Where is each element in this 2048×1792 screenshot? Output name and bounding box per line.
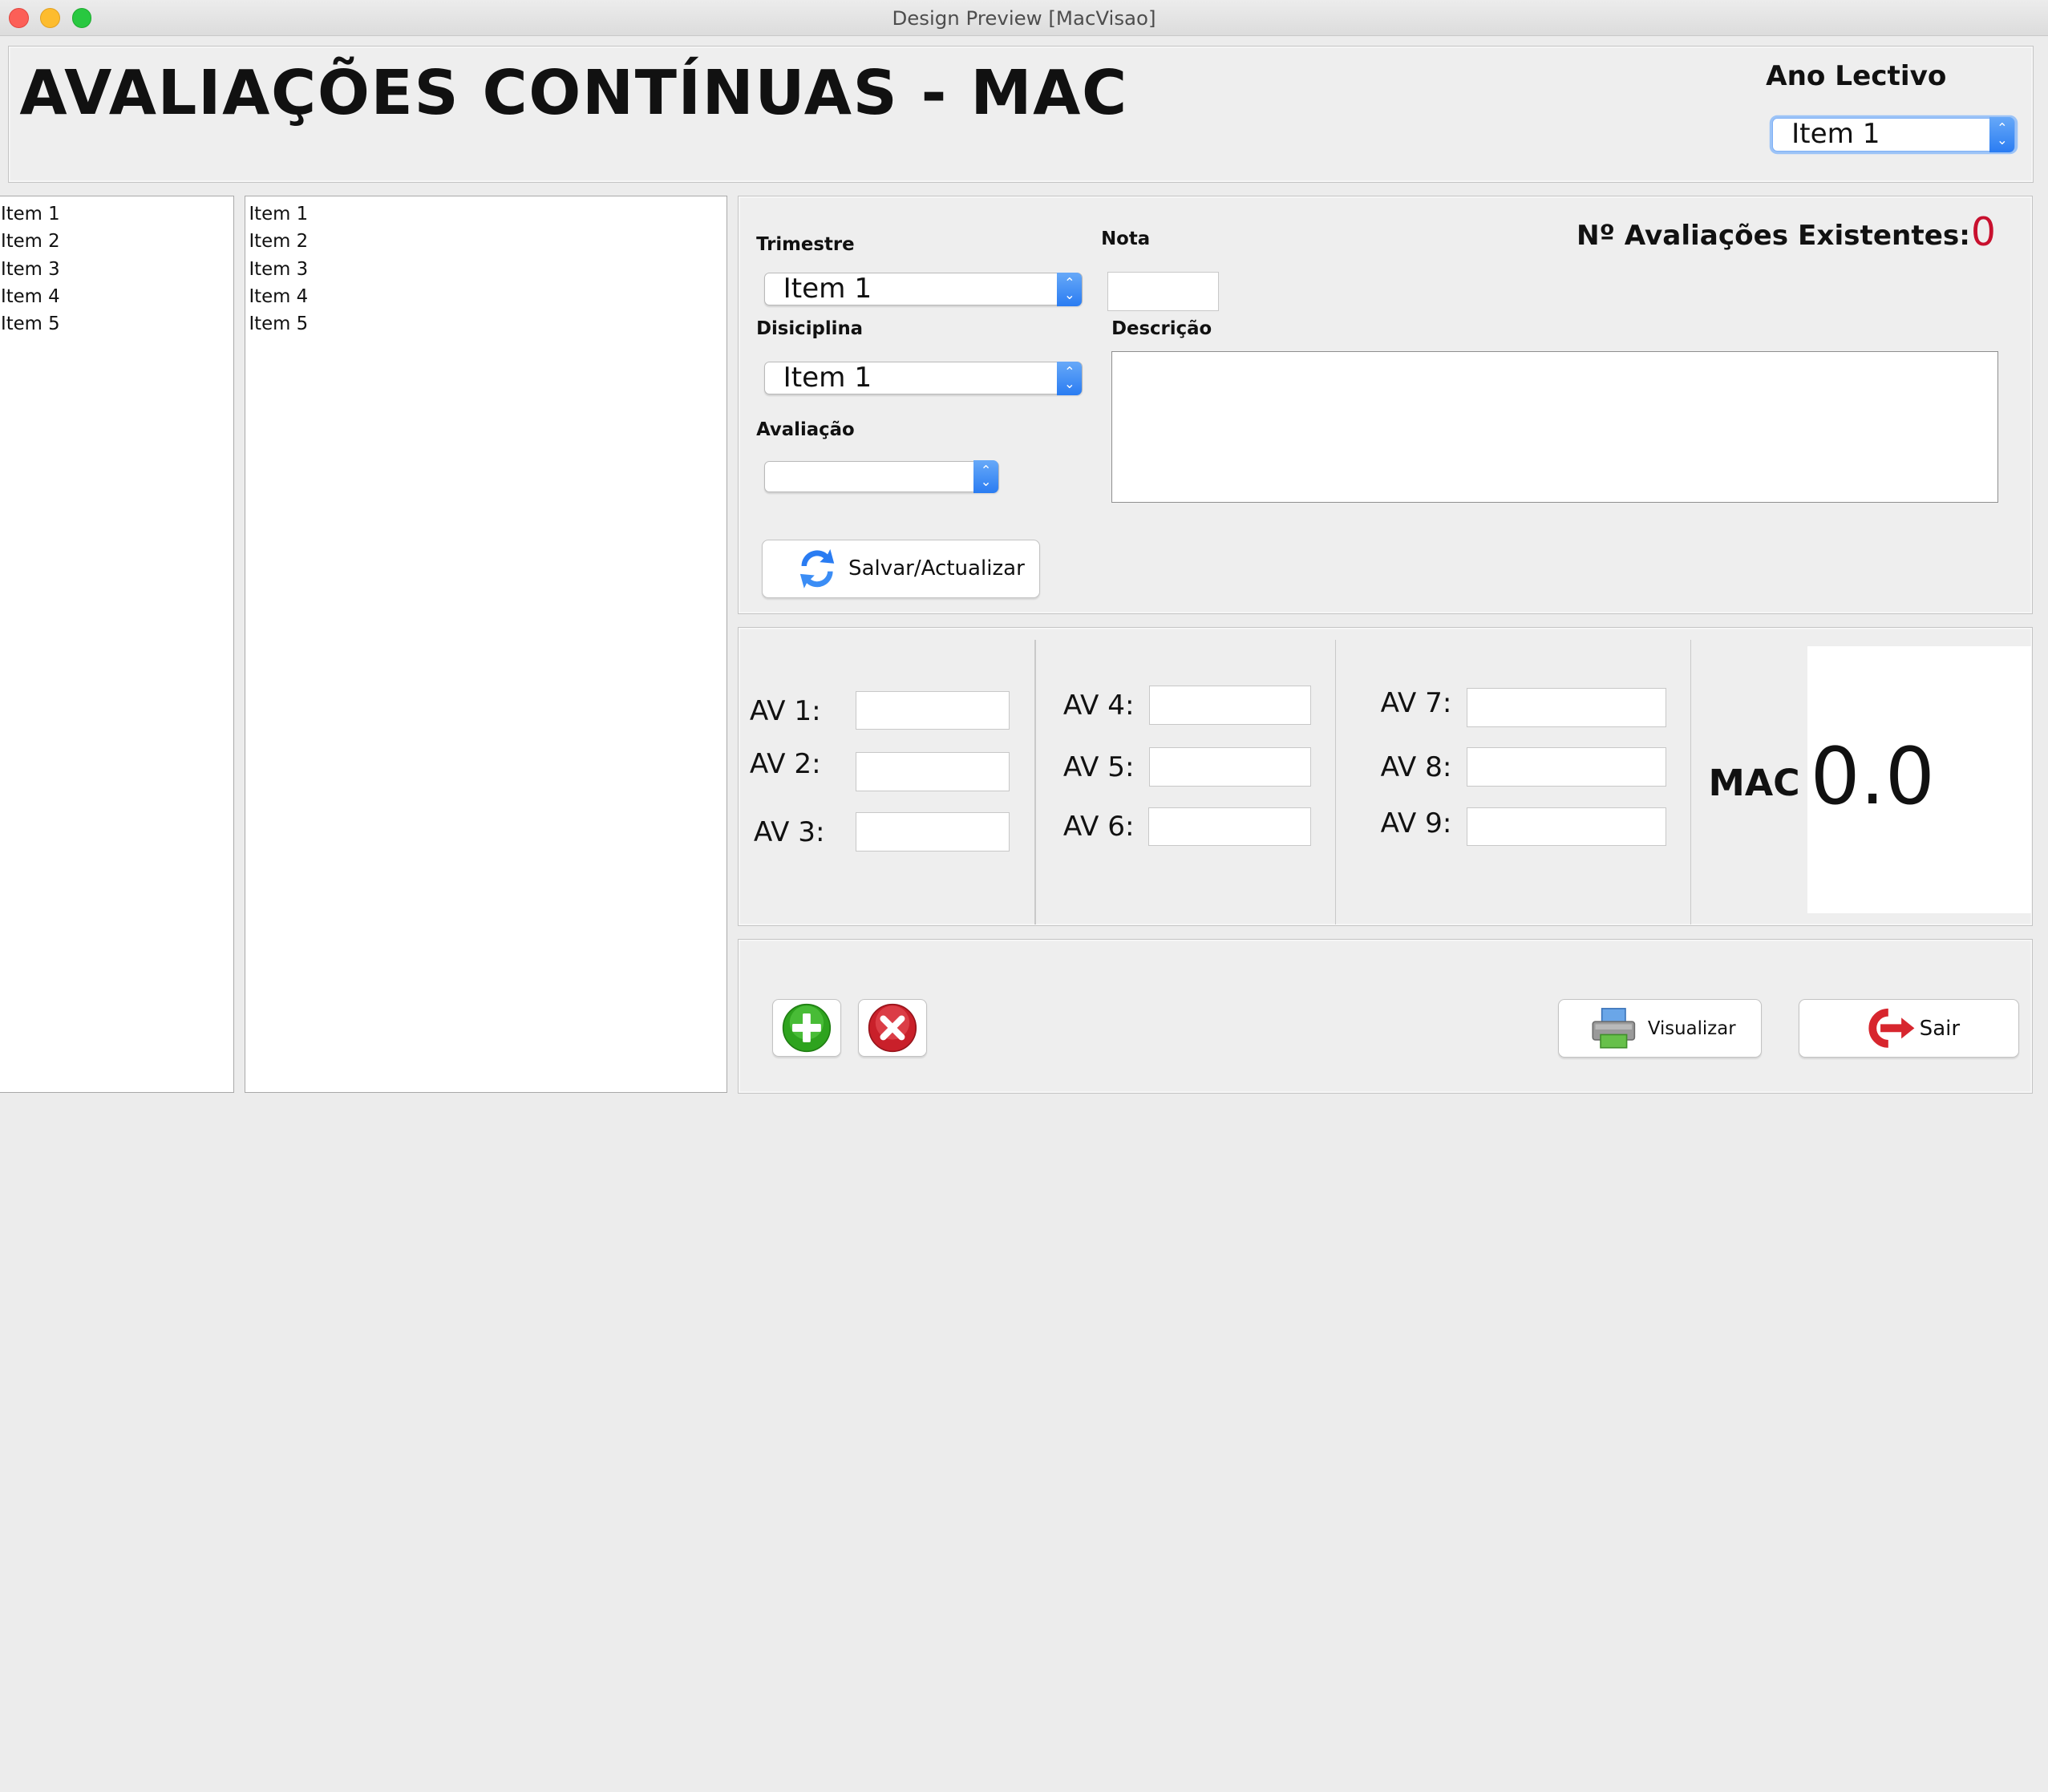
av8-field[interactable]	[1467, 746, 1667, 787]
av9-field[interactable]	[1467, 807, 1667, 847]
avaliacao-select[interactable]: ⌃ ⌄	[763, 460, 1000, 493]
disciplina-label: Disiciplina	[756, 318, 864, 340]
plus-icon	[782, 1003, 831, 1052]
list-item[interactable]: Item 4	[0, 283, 233, 310]
avaliacao-label: Avaliação	[756, 419, 855, 440]
av4-label: AV 4:	[1062, 690, 1135, 722]
mac-label: MAC	[1708, 761, 1800, 804]
list-item[interactable]: Item 3	[0, 256, 233, 283]
preview-button[interactable]: Visualizar	[1558, 999, 1763, 1058]
disciplina-value: Item 1	[783, 362, 872, 394]
divider	[1690, 640, 1692, 925]
exit-label: Sair	[1919, 1016, 1961, 1041]
av5-field[interactable]	[1149, 746, 1312, 787]
existing-count-label: Nº Avaliações Existentes:	[1576, 219, 1970, 252]
av3-label: AV 3:	[753, 816, 825, 848]
exit-icon	[1868, 1009, 1915, 1049]
list-item[interactable]: Item 4	[248, 283, 727, 310]
av6-label: AV 6:	[1062, 811, 1135, 843]
nota-field[interactable]	[1107, 271, 1219, 311]
ano-lectivo-label: Ano Lectivo	[1766, 59, 1947, 92]
left-list[interactable]: Item 1 Item 2 Item 3 Item 4 Item 5	[0, 196, 234, 1094]
av5-label: AV 5:	[1062, 750, 1135, 783]
av2-field[interactable]	[855, 752, 1010, 792]
printer-icon	[1592, 1008, 1636, 1049]
divider	[1034, 640, 1036, 925]
av2-label: AV 2:	[749, 748, 821, 781]
trimestre-label: Trimestre	[756, 233, 855, 255]
nota-label: Nota	[1101, 229, 1151, 250]
av3-field[interactable]	[855, 812, 1010, 852]
save-update-button[interactable]: Salvar/Actualizar	[761, 539, 1040, 598]
trimestre-value: Item 1	[783, 273, 872, 305]
mac-value: 0.0	[1810, 731, 1935, 823]
av9-label: AV 9:	[1380, 807, 1452, 839]
av7-label: AV 7:	[1380, 686, 1452, 719]
delete-button[interactable]	[858, 999, 928, 1057]
window-titlebar: Design Preview [MacVisao]	[0, 0, 2048, 36]
list-item[interactable]: Item 5	[0, 310, 233, 338]
window-title: Design Preview [MacVisao]	[892, 6, 1156, 30]
list-item[interactable]: Item 2	[0, 228, 233, 255]
list-item[interactable]: Item 3	[248, 256, 727, 283]
divider	[1334, 640, 1337, 925]
av1-label: AV 1:	[749, 694, 821, 727]
existing-count-value: 0	[1970, 208, 1996, 255]
middle-list[interactable]: Item 1 Item 2 Item 3 Item 4 Item 5	[244, 196, 728, 1094]
descricao-textarea[interactable]	[1111, 351, 1999, 504]
add-button[interactable]	[771, 999, 841, 1057]
av7-field[interactable]	[1467, 688, 1667, 728]
descricao-label: Descrição	[1111, 318, 1212, 340]
disciplina-select[interactable]: Item 1 ⌃ ⌄	[763, 361, 1083, 395]
chevron-updown-icon: ⌃ ⌄	[1989, 116, 2015, 152]
av4-field[interactable]	[1149, 686, 1312, 725]
av8-label: AV 8:	[1380, 750, 1452, 783]
save-update-label: Salvar/Actualizar	[848, 556, 1025, 581]
list-item[interactable]: Item 1	[0, 200, 233, 228]
close-icon	[868, 1003, 917, 1052]
av1-field[interactable]	[855, 690, 1010, 730]
ano-lectivo-value: Item 1	[1791, 117, 1880, 150]
list-item[interactable]: Item 1	[248, 200, 727, 228]
mac-display: 0.0	[1807, 646, 2031, 913]
exit-button[interactable]: Sair	[1798, 999, 2020, 1058]
chevron-updown-icon: ⌃ ⌄	[1057, 272, 1083, 306]
ano-lectivo-select[interactable]: Item 1 ⌃ ⌄	[1772, 116, 2016, 152]
page-title: AVALIAÇÕES CONTÍNUAS - MAC	[19, 57, 1128, 129]
chevron-updown-icon: ⌃ ⌄	[1057, 361, 1083, 395]
refresh-icon	[799, 548, 835, 589]
chevron-updown-icon: ⌃ ⌄	[973, 460, 999, 493]
list-item[interactable]: Item 5	[248, 310, 727, 338]
list-item[interactable]: Item 2	[248, 228, 727, 255]
av6-field[interactable]	[1147, 807, 1312, 847]
trimestre-select[interactable]: Item 1 ⌃ ⌄	[763, 272, 1083, 306]
preview-label: Visualizar	[1647, 1017, 1736, 1039]
